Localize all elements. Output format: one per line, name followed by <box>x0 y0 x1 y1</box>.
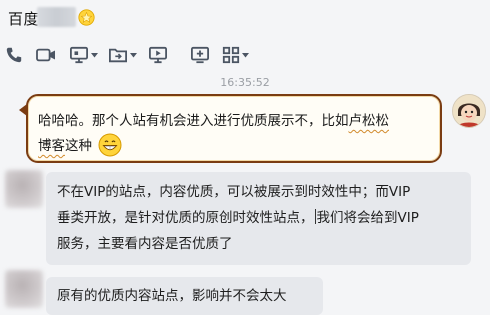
spellcheck-word: 博客 <box>38 138 65 154</box>
screen-share-icon[interactable] <box>69 44 98 66</box>
phone-icon[interactable] <box>5 44 23 66</box>
spellcheck-word: 卢松松 <box>348 113 390 129</box>
chevron-down-icon <box>242 52 249 57</box>
message-text-part: 垂类开放，是针对优质的原创时效性站点， <box>57 210 314 226</box>
grin-emoji-icon <box>98 133 122 157</box>
message-bubble-other[interactable]: 原有的优质内容站点，影响并不会太大 <box>46 277 323 315</box>
message-text-part: 我们将会给到VIP <box>316 210 419 226</box>
message-line: 服务，主要看内容是否优质了 <box>57 236 233 252</box>
remote-desktop-icon[interactable] <box>148 44 168 66</box>
add-app-icon[interactable] <box>190 44 210 66</box>
contact-avatar[interactable] <box>5 170 43 208</box>
video-icon[interactable] <box>35 44 57 66</box>
message-line: 垂类开放，是针对优质的原创时效性站点， 我们将会给到VIP <box>57 205 467 231</box>
message-text: 哈哈哈。那个人站有机会进入进行优质展示不，比如卢松松 博客这种 <box>38 109 434 158</box>
message-text: 不在VIP的站点，内容优质，可以被展示到时效性中；而VIP 垂类开放，是针对优质… <box>57 179 467 257</box>
message-timestamp: 16:35:52 <box>220 76 270 89</box>
chevron-down-icon <box>130 52 137 57</box>
message-bubble-other[interactable]: 不在VIP的站点，内容优质，可以被展示到时效性中；而VIP 垂类开放，是针对优质… <box>46 172 471 265</box>
file-transfer-icon[interactable] <box>108 44 137 66</box>
message-line: 不在VIP的站点，内容优质，可以被展示到时效性中；而VIP <box>57 184 411 200</box>
contact-avatar[interactable] <box>5 270 43 308</box>
contact-name[interactable]: 百度 <box>8 8 39 29</box>
star-icon[interactable] <box>78 9 95 26</box>
more-apps-icon[interactable] <box>222 44 249 66</box>
chevron-down-icon <box>91 52 98 57</box>
my-avatar[interactable] <box>452 94 486 128</box>
message-text-part: 这种 <box>65 138 92 154</box>
chat-header: 百度 <box>0 0 490 38</box>
message-text: 原有的优质内容站点，影响并不会太大 <box>57 288 287 304</box>
message-bubble-mine[interactable]: 哈哈哈。那个人站有机会进入进行优质展示不，比如卢松松 博客这种 <box>26 94 442 163</box>
message-text-part: 哈哈哈。那个人站有机会进入进行优质展示不，比如 <box>38 113 349 129</box>
toolbar <box>0 42 490 70</box>
redacted-name <box>37 7 76 27</box>
text-cursor <box>314 209 316 224</box>
